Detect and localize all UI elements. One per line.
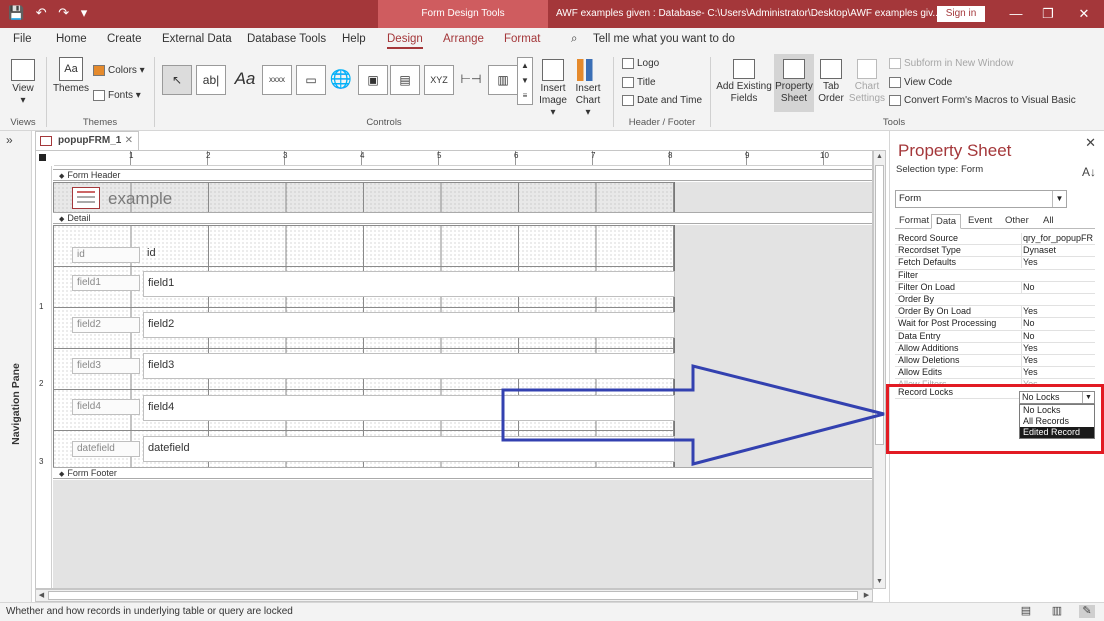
property-name: Allow Additions <box>898 342 959 353</box>
form-view-icon[interactable]: ▤ <box>1018 605 1034 618</box>
status-message: Whether and how records in underlying ta… <box>6 606 293 617</box>
annotation-highlight-box <box>886 384 1104 454</box>
property-name: Order By <box>898 293 935 304</box>
design-view-icon[interactable]: ✎ <box>1079 605 1095 618</box>
property-name: Allow Deletions <box>898 354 960 365</box>
close-icon[interactable]: ✕ <box>1085 135 1096 151</box>
property-tabs: Format Data Event Other All <box>895 214 1095 229</box>
sort-icon[interactable]: A↓ <box>1082 165 1096 179</box>
layout-view-icon[interactable]: ▥ <box>1049 605 1065 618</box>
tab-format-props[interactable]: Format <box>895 214 933 229</box>
property-row[interactable]: Allow Deletions Yes <box>895 354 1095 368</box>
property-name: Filter On Load <box>898 281 956 292</box>
object-selector[interactable]: Form ▼ <box>895 190 1067 208</box>
property-row[interactable]: Order By On Load Yes <box>895 306 1095 319</box>
property-row[interactable]: Order By <box>895 293 1095 307</box>
property-value[interactable]: qry_for_popupFR <box>1021 233 1095 244</box>
property-value[interactable]: No <box>1021 330 1095 342</box>
status-bar: Whether and how records in underlying ta… <box>0 602 1104 621</box>
property-name: Record Source <box>898 233 959 243</box>
property-row[interactable]: Filter <box>895 270 1095 282</box>
access-window: 💾 ↶ ↷ ▾ Form Design Tools AWF examples g… <box>0 0 1104 621</box>
property-name: Fetch Defaults <box>898 257 957 268</box>
property-value[interactable]: Yes <box>1021 306 1095 318</box>
property-row[interactable]: Allow Edits Yes <box>895 367 1095 380</box>
property-name: Filter <box>898 269 918 280</box>
tab-data-props[interactable]: Data <box>931 214 962 229</box>
property-name: Order By On Load <box>898 306 972 317</box>
property-value[interactable]: No <box>1021 281 1095 293</box>
property-name: Wait for Post Processing <box>898 318 997 329</box>
chevron-down-icon[interactable]: ▼ <box>1052 191 1066 207</box>
property-value[interactable]: No <box>1021 318 1095 330</box>
tab-all-props[interactable]: All <box>1039 214 1058 229</box>
object-selector-value: Form <box>899 193 922 204</box>
property-grid: Record Source qry_for_popupFR Recordset T… <box>895 233 1095 400</box>
property-row[interactable]: Record Source qry_for_popupFR <box>895 233 1095 246</box>
property-row[interactable]: Wait for Post Processing No <box>895 318 1095 331</box>
property-name: Recordset Type <box>898 245 961 256</box>
property-value[interactable]: Yes <box>1021 342 1095 354</box>
property-row[interactable]: Data Entry No <box>895 330 1095 343</box>
property-row[interactable]: Filter On Load No <box>895 281 1095 294</box>
property-value[interactable]: Yes <box>1021 354 1095 366</box>
property-name: Data Entry <box>898 330 941 341</box>
selection-type: Selection type: Form <box>896 164 984 175</box>
property-value[interactable]: Yes <box>1021 367 1095 379</box>
property-sheet-pane: Property Sheet ✕ Selection type: Form A↓… <box>889 131 1104 602</box>
tab-other-props[interactable]: Other <box>1001 214 1033 229</box>
property-value[interactable]: Dynaset <box>1021 245 1095 257</box>
property-row[interactable]: Fetch Defaults Yes <box>895 257 1095 270</box>
tab-event-props[interactable]: Event <box>964 214 996 229</box>
property-sheet-title: Property Sheet <box>898 141 1012 160</box>
property-row[interactable]: Allow Additions Yes <box>895 342 1095 355</box>
arrow-shape <box>501 364 885 466</box>
property-name: Allow Edits <box>898 367 943 378</box>
property-value[interactable]: Yes <box>1021 257 1095 269</box>
property-row[interactable]: Recordset Type Dynaset <box>895 245 1095 258</box>
